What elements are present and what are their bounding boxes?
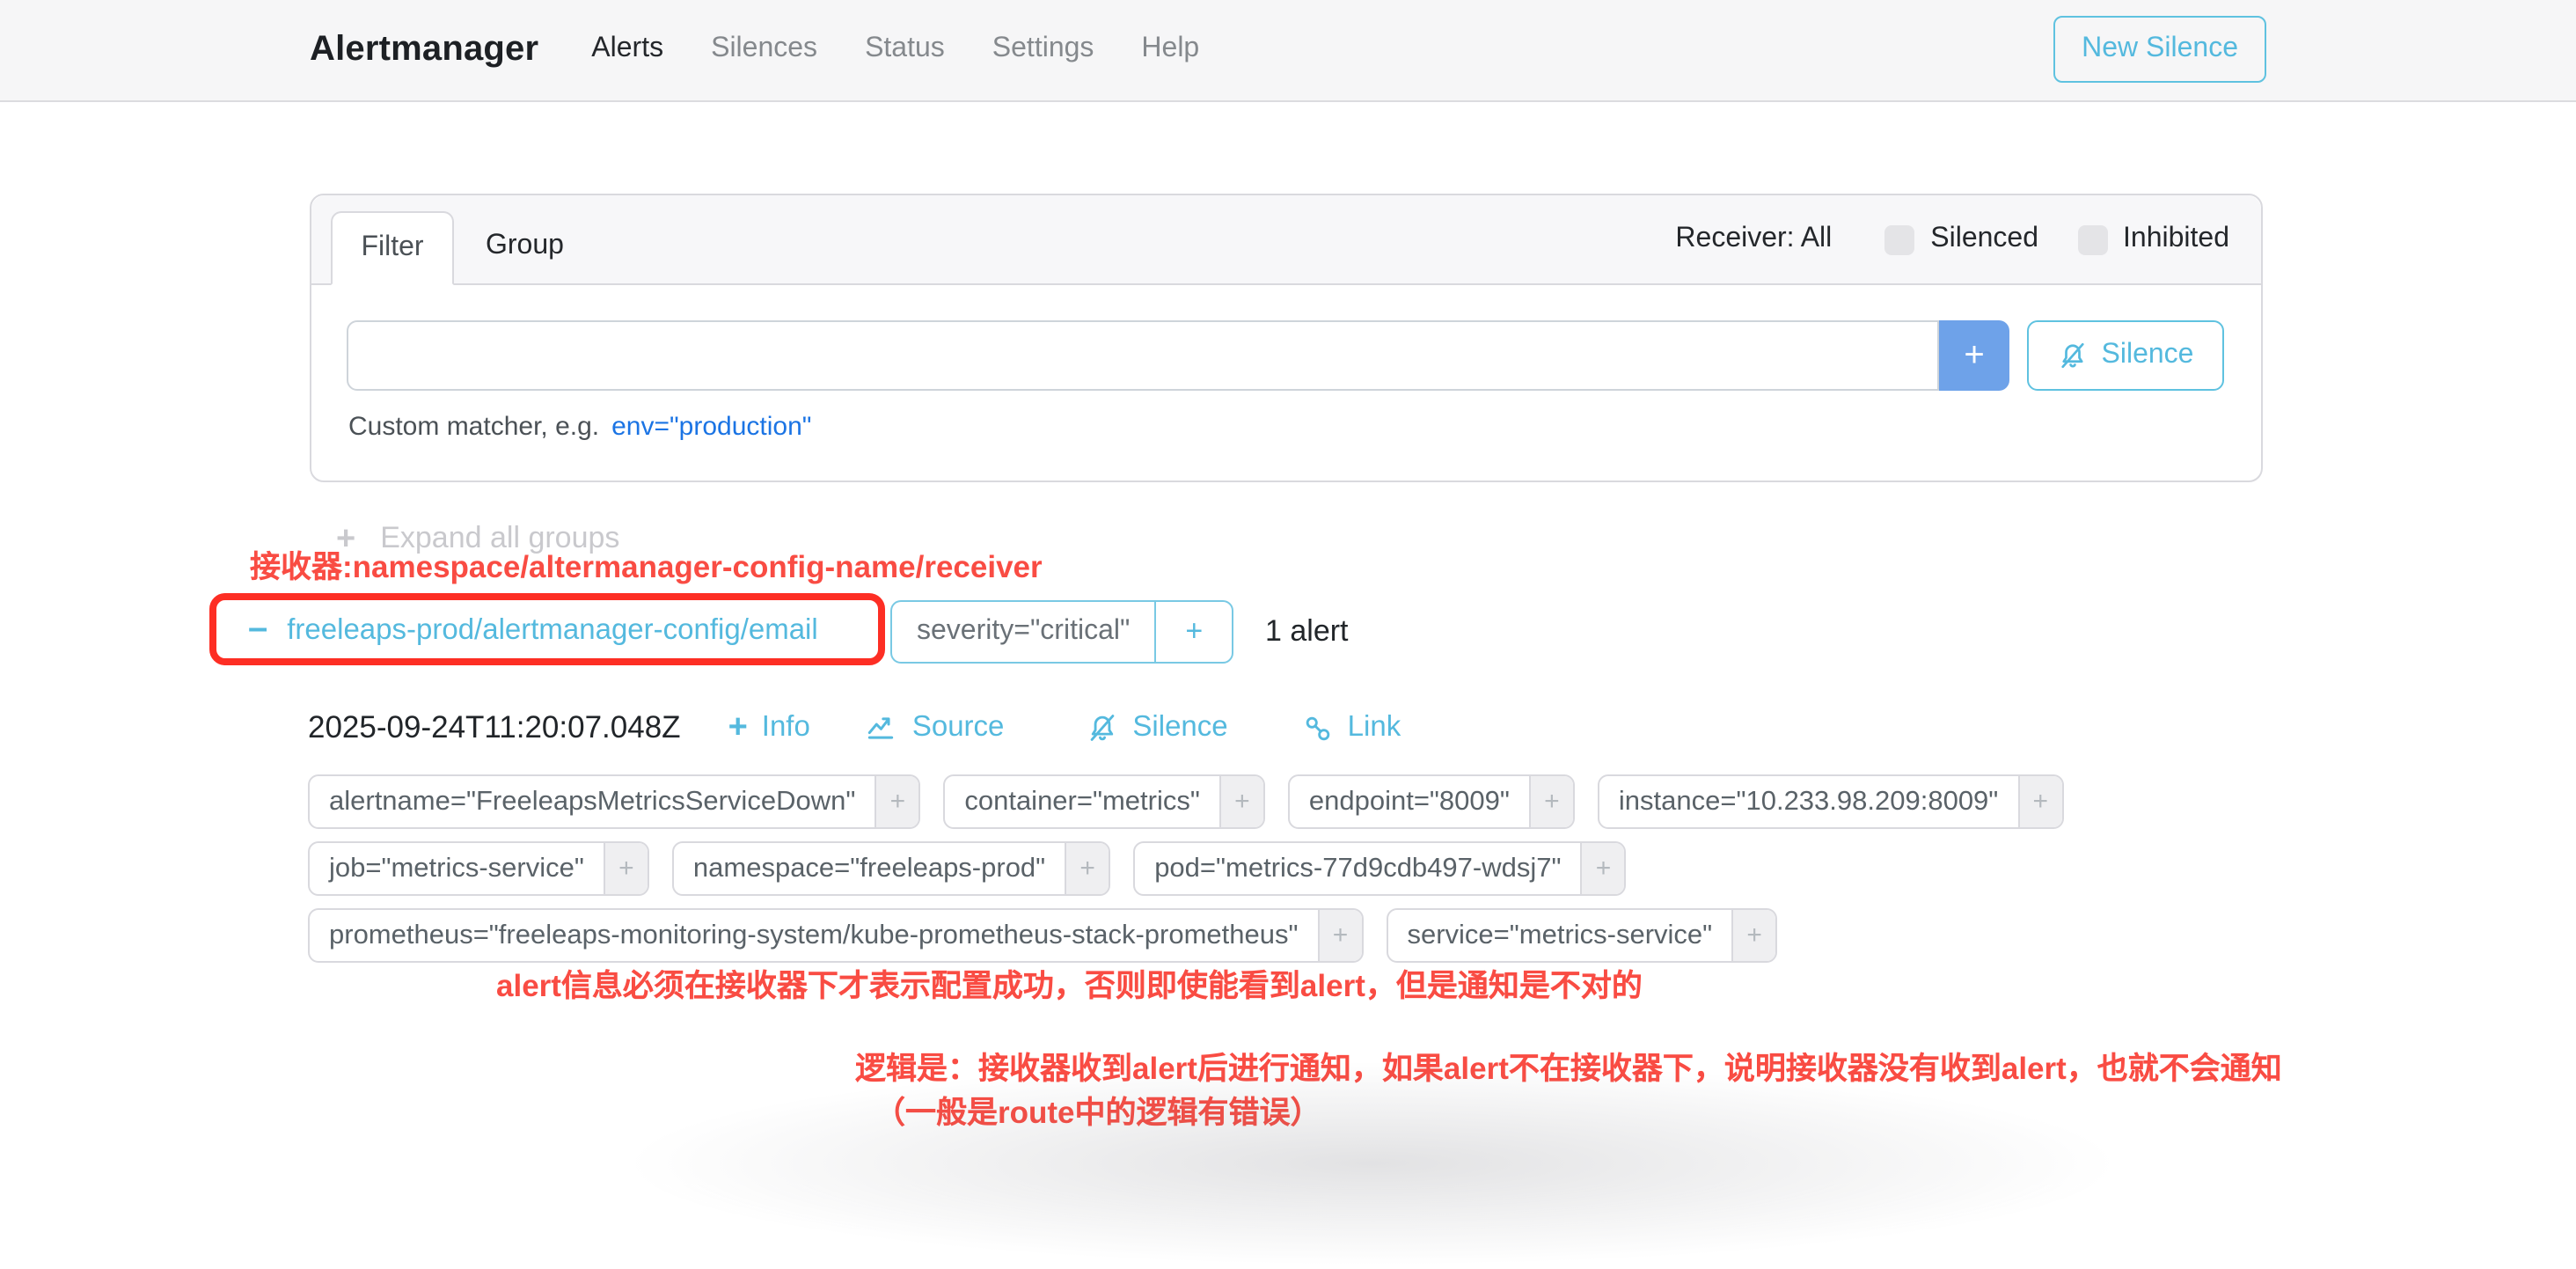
label-pill-container[interactable]: container="metrics" + xyxy=(943,774,1265,829)
label-add-filter-button[interactable]: + xyxy=(1317,910,1361,961)
navbar-inner: Alertmanager Alerts Silences Status Sett… xyxy=(310,0,2266,99)
label-add-filter-button[interactable]: + xyxy=(1731,910,1775,961)
tab-group[interactable]: Group xyxy=(486,209,564,283)
group-matcher-severity[interactable]: severity="critical" xyxy=(890,600,1154,664)
alert-link-label: Link xyxy=(1348,711,1401,745)
alert-source-link[interactable]: Source xyxy=(865,711,1005,745)
label-row: alertname="FreeleapsMetricsServiceDown" … xyxy=(308,774,2063,829)
annotation-receiver-note: 接收器:namespace/altermanager-config-name/r… xyxy=(250,544,1043,588)
receiver-group-name: freeleaps-prod/alertmanager-config/email xyxy=(287,613,818,647)
group-matcher: severity="critical" + xyxy=(890,600,1233,664)
bottom-shadow xyxy=(598,1058,2147,1269)
label-text: endpoint="8009" xyxy=(1290,776,1529,827)
silenced-checkbox-label[interactable]: Silenced xyxy=(1930,224,2038,255)
label-pill-job[interactable]: job="metrics-service" + xyxy=(308,841,649,896)
matcher-input[interactable] xyxy=(347,320,1939,391)
receiver-group-toggle[interactable]: – freeleaps-prod/alertmanager-config/ema… xyxy=(248,602,818,658)
label-add-filter-button[interactable]: + xyxy=(1219,776,1263,827)
label-pill-alertname[interactable]: alertname="FreeleapsMetricsServiceDown" … xyxy=(308,774,920,829)
alert-permalink[interactable]: Link xyxy=(1302,711,1401,745)
label-add-filter-button[interactable]: + xyxy=(875,776,918,827)
label-add-filter-button[interactable]: + xyxy=(1581,843,1625,894)
inhibited-checkbox[interactable] xyxy=(2077,224,2107,254)
label-add-filter-button[interactable]: + xyxy=(604,843,648,894)
alert-info-link[interactable]: + Info xyxy=(728,711,810,745)
nav-item-status[interactable]: Status xyxy=(865,33,945,65)
filter-panel-header: Filter Group Receiver: All Silenced Inhi… xyxy=(311,195,2261,285)
label-text: namespace="freeleaps-prod" xyxy=(674,843,1065,894)
alert-labels: alertname="FreeleapsMetricsServiceDown" … xyxy=(308,774,2063,963)
alert-silence-label: Silence xyxy=(1132,711,1227,745)
matcher-hint-text: Custom matcher, e.g. xyxy=(348,412,599,442)
alertmanager-page: Alertmanager Alerts Silences Status Sett… xyxy=(0,0,2576,1185)
alert-count: 1 alert xyxy=(1265,600,1349,664)
alert-timestamp: 2025-09-24T11:20:07.048Z xyxy=(308,709,681,746)
label-text: pod="metrics-77d9cdb497-wdsj7" xyxy=(1135,843,1580,894)
alert-info-label: Info xyxy=(762,711,810,745)
label-row: prometheus="freeleaps-monitoring-system/… xyxy=(308,908,2063,963)
filter-panel: Filter Group Receiver: All Silenced Inhi… xyxy=(310,194,2263,482)
label-pill-instance[interactable]: instance="10.233.98.209:8009" + xyxy=(1598,774,2063,829)
label-row: job="metrics-service" + namespace="freel… xyxy=(308,841,2063,896)
alert-source-label: Source xyxy=(912,711,1005,745)
inhibited-checkbox-label[interactable]: Inhibited xyxy=(2123,224,2229,255)
label-text: prometheus="freeleaps-monitoring-system/… xyxy=(310,910,1317,961)
add-matcher-button[interactable]: + xyxy=(1939,320,2009,391)
group-matcher-add-button[interactable]: + xyxy=(1154,600,1233,664)
filter-options: Receiver: All Silenced Inhibited xyxy=(1675,195,2229,283)
label-pill-endpoint[interactable]: endpoint="8009" + xyxy=(1288,774,1575,829)
nav-item-silences[interactable]: Silences xyxy=(711,33,817,65)
silenced-checkbox[interactable] xyxy=(1884,224,1914,254)
label-text: container="metrics" xyxy=(945,776,1219,827)
top-navbar: Alertmanager Alerts Silences Status Sett… xyxy=(0,0,2576,102)
link-icon xyxy=(1302,712,1334,744)
label-text: service="metrics-service" xyxy=(1387,910,1731,961)
label-text: instance="10.233.98.209:8009" xyxy=(1599,776,2017,827)
label-text: alertname="FreeleapsMetricsServiceDown" xyxy=(310,776,875,827)
new-silence-button[interactable]: New Silence xyxy=(2053,16,2266,83)
matcher-example-link[interactable]: env="production" xyxy=(611,412,811,442)
label-pill-pod[interactable]: pod="metrics-77d9cdb497-wdsj7" + xyxy=(1133,841,1626,896)
label-pill-prometheus[interactable]: prometheus="freeleaps-monitoring-system/… xyxy=(308,908,1363,963)
matcher-hint: Custom matcher, e.g. env="production" xyxy=(348,412,811,442)
bell-slash-icon xyxy=(2058,340,2089,371)
label-add-filter-button[interactable]: + xyxy=(1529,776,1573,827)
bell-slash-icon xyxy=(1085,711,1118,745)
tab-filter[interactable]: Filter xyxy=(331,211,454,285)
annotation-line-3: （一般是route中的逻辑有错误） xyxy=(875,1089,1321,1133)
label-pill-namespace[interactable]: namespace="freeleaps-prod" + xyxy=(672,841,1110,896)
minus-icon: – xyxy=(248,610,267,645)
annotation-line-2: 逻辑是：接收器收到alert后进行通知，如果alert不在接收器下，说明接收器没… xyxy=(855,1045,2282,1089)
silence-from-filter-button[interactable]: Silence xyxy=(2027,320,2224,391)
plus-icon: + xyxy=(728,711,748,745)
label-pill-service[interactable]: service="metrics-service" + xyxy=(1386,908,1777,963)
label-add-filter-button[interactable]: + xyxy=(2017,776,2061,827)
app-brand: Alertmanager xyxy=(310,29,538,70)
annotation-line-1: alert信息必须在接收器下才表示配置成功，否则即使能看到alert，但是通知是… xyxy=(496,963,1643,1007)
alert-silence-link[interactable]: Silence xyxy=(1085,711,1227,745)
nav-item-alerts[interactable]: Alerts xyxy=(591,33,663,65)
receiver-filter-label[interactable]: Receiver: All xyxy=(1675,224,1832,255)
label-add-filter-button[interactable]: + xyxy=(1065,843,1109,894)
nav-links: Alerts Silences Status Settings Help xyxy=(591,33,1199,65)
nav-item-help[interactable]: Help xyxy=(1141,33,1199,65)
chart-line-icon xyxy=(865,711,898,745)
label-text: job="metrics-service" xyxy=(310,843,604,894)
silence-button-label: Silence xyxy=(2102,340,2194,371)
alert-meta-row: 2025-09-24T11:20:07.048Z + Info Source xyxy=(308,709,1401,746)
nav-item-settings[interactable]: Settings xyxy=(992,33,1094,65)
